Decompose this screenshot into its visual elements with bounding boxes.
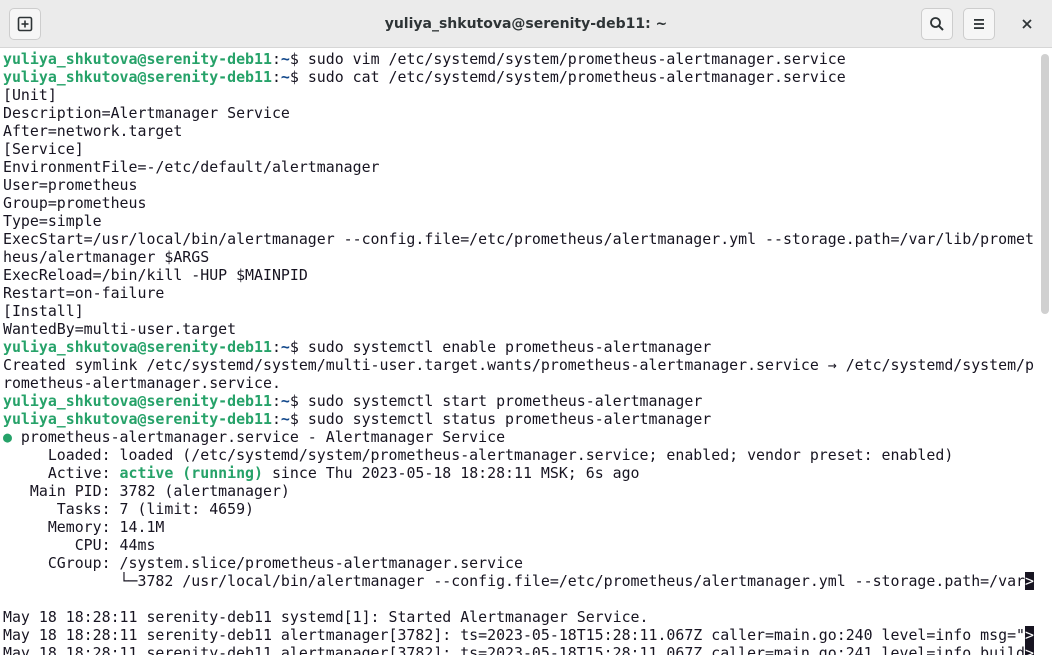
prompt-line: yuliya_shkutova@serenity-deb11:~$ sudo v… — [3, 50, 1038, 68]
output-line: Description=Alertmanager Service — [3, 104, 290, 122]
journal-text: May 18 18:28:11 serenity-deb11 alertmana… — [3, 626, 1026, 644]
prompt-sep: : — [271, 50, 281, 68]
prompt-symbol: $ — [289, 50, 308, 68]
status-active-state: active (running) — [119, 464, 263, 482]
close-button[interactable] — [1011, 8, 1043, 40]
output-line: [Install] — [3, 302, 84, 320]
status-active-line: Active: active (running) since Thu 2023-… — [3, 464, 1038, 482]
menu-button[interactable] — [963, 8, 995, 40]
scrollbar[interactable] — [1038, 48, 1052, 655]
new-tab-button[interactable] — [9, 8, 41, 40]
status-cpu: CPU: 44ms — [3, 536, 156, 554]
prompt-path: ~ — [280, 392, 290, 410]
prompt-line: yuliya_shkutova@serenity-deb11:~$ sudo c… — [3, 68, 1038, 86]
output-line: After=network.target — [3, 122, 183, 140]
prompt-user: yuliya_shkutova@serenity-deb11 — [3, 68, 272, 86]
prompt-path: ~ — [280, 68, 290, 86]
journal-line: May 18 18:28:11 serenity-deb11 alertmana… — [3, 644, 1038, 655]
journal-line: May 18 18:28:11 serenity-deb11 alertmana… — [3, 626, 1038, 644]
output-line: ExecStart=/usr/local/bin/alertmanager --… — [3, 230, 1034, 248]
output-line: Created symlink /etc/systemd/system/mult… — [3, 356, 1034, 374]
truncation-marker: > — [1025, 572, 1034, 590]
command-text: sudo systemctl start prometheus-alertman… — [307, 392, 703, 410]
output-line: WantedBy=multi-user.target — [3, 320, 237, 338]
prompt-line: yuliya_shkutova@serenity-deb11:~$ sudo s… — [3, 392, 1038, 410]
terminal-output[interactable]: yuliya_shkutova@serenity-deb11:~$ sudo v… — [0, 48, 1052, 655]
journal-text: May 18 18:28:11 serenity-deb11 alertmana… — [3, 644, 1026, 655]
status-memory: Memory: 14.1M — [3, 518, 165, 536]
terminal-lines: yuliya_shkutova@serenity-deb11:~$ sudo v… — [3, 50, 1038, 655]
output-line: heus/alertmanager $ARGS — [3, 248, 210, 266]
close-icon — [1022, 19, 1032, 29]
output-line: [Unit] — [3, 86, 57, 104]
status-main-pid: Main PID: 3782 (alertmanager) — [3, 482, 290, 500]
truncation-marker: > — [1025, 644, 1034, 655]
command-text: sudo cat /etc/systemd/system/prometheus-… — [307, 68, 846, 86]
prompt-sep: : — [271, 392, 281, 410]
prompt-line: yuliya_shkutova@serenity-deb11:~$ sudo s… — [3, 338, 1038, 356]
status-cgroup-child-line: └─3782 /usr/local/bin/alertmanager --con… — [3, 572, 1038, 590]
prompt-symbol: $ — [289, 410, 308, 428]
status-dot-icon: ● — [3, 428, 12, 446]
prompt-sep: : — [271, 410, 281, 428]
command-text: sudo vim /etc/systemd/system/prometheus-… — [307, 50, 846, 68]
prompt-user: yuliya_shkutova@serenity-deb11 — [3, 50, 272, 68]
scrollbar-thumb[interactable] — [1041, 54, 1049, 314]
status-header: prometheus-alertmanager.service - Alertm… — [11, 428, 506, 446]
window-title: yuliya_shkutova@serenity-deb11: ~ — [384, 16, 668, 32]
prompt-sep: : — [271, 68, 281, 86]
truncation-marker: > — [1025, 626, 1034, 644]
output-line: EnvironmentFile=-/etc/default/alertmanag… — [3, 158, 380, 176]
status-header-line: ● prometheus-alertmanager.service - Aler… — [3, 428, 1038, 446]
new-tab-icon — [17, 16, 33, 32]
prompt-user: yuliya_shkutova@serenity-deb11 — [3, 392, 272, 410]
status-active-rest: since Thu 2023-05-18 18:28:11 MSK; 6s ag… — [263, 464, 640, 482]
output-line: ExecReload=/bin/kill -HUP $MAINPID — [3, 266, 308, 284]
prompt-user: yuliya_shkutova@serenity-deb11 — [3, 338, 272, 356]
hamburger-menu-icon — [974, 19, 984, 29]
prompt-sep: : — [271, 338, 281, 356]
output-line: Group=prometheus — [3, 194, 147, 212]
prompt-symbol: $ — [289, 68, 308, 86]
prompt-symbol: $ — [289, 392, 308, 410]
prompt-line: yuliya_shkutova@serenity-deb11:~$ sudo s… — [3, 410, 1038, 428]
search-button[interactable] — [921, 8, 953, 40]
status-tasks: Tasks: 7 (limit: 4659) — [3, 500, 255, 518]
prompt-path: ~ — [280, 410, 290, 428]
status-active-label: Active: — [3, 464, 120, 482]
output-line: [Service] — [3, 140, 84, 158]
output-line: Type=simple — [3, 212, 102, 230]
terminal-window: yuliya_shkutova@serenity-deb11: ~ yuliya… — [0, 0, 1052, 655]
status-cgroup: CGroup: /system.slice/prometheus-alertma… — [3, 554, 523, 572]
output-line: User=prometheus — [3, 176, 138, 194]
status-loaded: Loaded: loaded (/etc/systemd/system/prom… — [3, 446, 954, 464]
prompt-user: yuliya_shkutova@serenity-deb11 — [3, 410, 272, 428]
output-line: rometheus-alertmanager.service. — [3, 374, 281, 392]
command-text: sudo systemctl status prometheus-alertma… — [307, 410, 712, 428]
titlebar: yuliya_shkutova@serenity-deb11: ~ — [0, 0, 1052, 48]
journal-line: May 18 18:28:11 serenity-deb11 systemd[1… — [3, 608, 649, 626]
prompt-symbol: $ — [289, 338, 308, 356]
command-text: sudo systemctl enable prometheus-alertma… — [307, 338, 712, 356]
prompt-path: ~ — [280, 50, 290, 68]
output-line: Restart=on-failure — [3, 284, 165, 302]
status-cgroup-child: └─3782 /usr/local/bin/alertmanager --con… — [3, 572, 1026, 590]
search-icon — [930, 17, 944, 31]
prompt-path: ~ — [280, 338, 290, 356]
